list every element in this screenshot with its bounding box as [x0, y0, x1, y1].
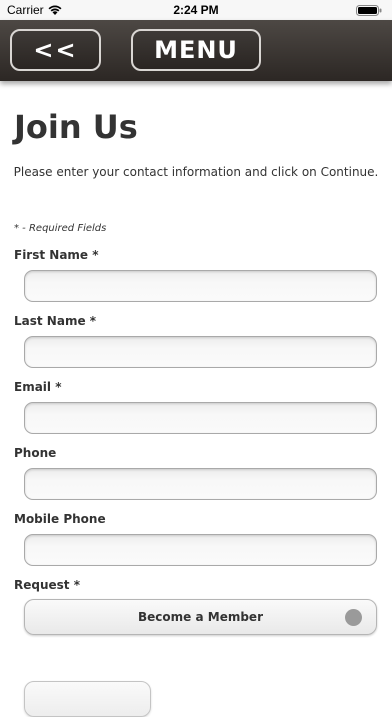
request-select[interactable]: Become a Member — [24, 599, 377, 635]
continue-button[interactable] — [24, 681, 151, 717]
last-name-label: Last Name * — [14, 314, 97, 328]
mobile-phone-label: Mobile Phone — [14, 512, 106, 526]
intro-text: Please enter your contact information an… — [13, 165, 379, 179]
status-bar: Carrier 2:24 PM — [0, 0, 392, 20]
last-name-field[interactable] — [24, 336, 377, 368]
request-label: Request * — [14, 578, 80, 592]
clock-label: 2:24 PM — [173, 3, 219, 17]
required-fields-note: * - Required Fields — [14, 223, 107, 234]
first-name-label: First Name * — [14, 248, 99, 262]
mobile-phone-field[interactable] — [24, 534, 377, 566]
nav-bar: << MENU — [0, 20, 392, 81]
radio-dot-icon — [345, 609, 362, 626]
menu-button[interactable]: MENU — [131, 29, 261, 71]
request-selected-value: Become a Member — [138, 610, 263, 624]
battery-icon — [356, 5, 382, 16]
back-button[interactable]: << — [10, 29, 101, 71]
page-title: Join Us — [14, 108, 138, 146]
email-label: Email * — [14, 380, 62, 394]
email-field[interactable] — [24, 402, 377, 434]
first-name-field[interactable] — [24, 270, 377, 302]
phone-label: Phone — [14, 446, 57, 460]
phone-field[interactable] — [24, 468, 377, 500]
